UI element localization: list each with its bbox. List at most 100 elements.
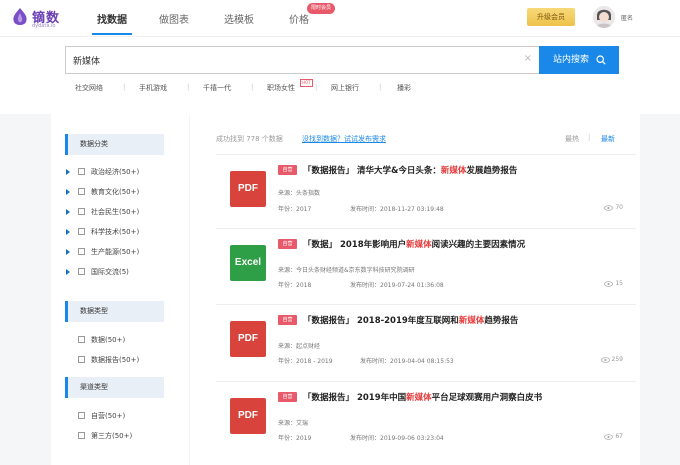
- result-title[interactable]: 「数据报告」 2018-2019年度互联网和新媒体趋势报告: [303, 314, 518, 326]
- filter-section-title: 数据分类: [65, 134, 164, 155]
- filter-item[interactable]: 数据报告(50+): [91, 355, 139, 365]
- logo-mark-icon: [13, 8, 27, 25]
- filter-checkbox[interactable]: [78, 228, 85, 235]
- result-source: 来源：起点财经: [278, 343, 321, 350]
- result-title[interactable]: 「数据报告」 清华大学&今日头条：新媒体发展趋势报告: [303, 164, 517, 176]
- hot-separator: |: [123, 83, 126, 91]
- view-count-value: 259: [611, 356, 623, 363]
- expand-arrow-icon[interactable]: [66, 249, 70, 255]
- view-count: 15: [604, 280, 623, 287]
- filter-checkbox[interactable]: [78, 168, 85, 175]
- logo[interactable]: 镝数 dydata.io: [12, 6, 82, 32]
- title-text: 「数据报告」 2018-2019年度互联网和: [303, 316, 459, 326]
- source-tag: 自营: [278, 392, 297, 402]
- result-item[interactable]: PDF 自营 「数据报告」 清华大学&今日头条：新媒体发展趋势报告 来源：头条指…: [216, 154, 636, 228]
- eye-icon: [600, 357, 610, 363]
- result-title[interactable]: 「数据」 2018年影响用户新媒体阅读兴趣的主要因素情况: [303, 238, 525, 250]
- title-highlight: 新媒体: [406, 240, 432, 250]
- filter-item[interactable]: 数据(50+): [91, 335, 125, 345]
- sort-newest[interactable]: 最新: [601, 134, 615, 144]
- filter-item[interactable]: 科学技术(50+): [91, 227, 139, 237]
- eye-icon: [604, 205, 614, 211]
- nav-find-data[interactable]: 找数据: [97, 11, 127, 26]
- title-text: 趋势报告: [484, 316, 519, 326]
- hot-word-4[interactable]: 职场女性: [267, 83, 295, 93]
- result-year: 年份：2019: [278, 435, 312, 442]
- search-input[interactable]: 新媒体 ×: [65, 46, 540, 74]
- nav-pricing[interactable]: 价格: [289, 11, 309, 26]
- expand-arrow-icon[interactable]: [66, 189, 70, 195]
- title-text: 平台足球观赛用户洞察白皮书: [431, 393, 543, 403]
- nav-promo-badge: 限时会员: [307, 3, 336, 14]
- avatar[interactable]: [593, 6, 615, 28]
- pdf-icon: PDF: [230, 398, 266, 434]
- expand-arrow-icon[interactable]: [66, 229, 70, 235]
- result-item[interactable]: PDF 自营 「数据报告」 2018-2019年度互联网和新媒体趋势报告 来源：…: [216, 304, 636, 378]
- title-highlight: 新媒体: [440, 166, 467, 176]
- result-year: 年份：2018 - 2019: [278, 358, 333, 365]
- result-title[interactable]: 「数据报告」 2019年中国新媒体平台足球观赛用户洞察白皮书: [303, 391, 542, 403]
- nav-active-underline: [92, 33, 132, 35]
- filter-item[interactable]: 教育文化(50+): [91, 187, 139, 197]
- search-button[interactable]: 站内搜索: [539, 46, 619, 74]
- expand-arrow-icon[interactable]: [66, 209, 70, 215]
- search-button-label: 站内搜索: [553, 55, 590, 65]
- result-item[interactable]: Excel 自营 「数据」 2018年影响用户新媒体阅读兴趣的主要因素情况 来源…: [216, 228, 636, 302]
- hot-word-1[interactable]: 社交网络: [75, 83, 103, 93]
- nav-templates[interactable]: 选模板: [224, 11, 254, 26]
- filter-checkbox[interactable]: [78, 188, 85, 195]
- view-count-value: 67: [615, 433, 623, 440]
- top-header: 镝数 dydata.io 找数据 做图表 选模板 价格 限时会员 升级会员 匿名: [0, 0, 680, 36]
- result-year: 年份：2018: [278, 282, 312, 289]
- source-tag: 自营: [278, 165, 297, 175]
- filter-checkbox[interactable]: [78, 336, 85, 343]
- filter-checkbox[interactable]: [78, 268, 85, 275]
- filter-checkbox[interactable]: [78, 208, 85, 215]
- result-date: 发布时间：2018-11-27 03:19:48: [350, 206, 444, 213]
- source-tag: 自营: [278, 315, 297, 325]
- excel-icon: Excel: [230, 245, 266, 281]
- filter-item[interactable]: 生产能源(50+): [91, 247, 139, 257]
- post-request-link[interactable]: 没找到数据？试试发布需求: [302, 134, 386, 144]
- title-text: 「数据报告」 清华大学&今日头条：: [303, 166, 441, 176]
- title-text: 「数据」 2018年影响用户: [303, 240, 407, 250]
- pdf-icon: PDF: [230, 171, 266, 207]
- title-text: 阅读兴趣的主要因素情况: [431, 240, 526, 250]
- hot-word-2[interactable]: 手机游戏: [139, 83, 167, 93]
- filter-item[interactable]: 自营(50+): [91, 411, 125, 421]
- hot-word-3[interactable]: 千禧一代: [203, 83, 231, 93]
- filter-item[interactable]: 社会民生(50+): [91, 207, 139, 217]
- sort-hottest[interactable]: 最热: [565, 134, 579, 144]
- upgrade-button[interactable]: 升级会员: [527, 8, 575, 26]
- expand-arrow-icon[interactable]: [66, 169, 70, 175]
- hot-separator: |: [251, 83, 254, 91]
- result-date: 发布时间：2019-07-24 01:36:08: [350, 282, 444, 289]
- filter-checkbox[interactable]: [78, 432, 85, 439]
- nav-make-chart[interactable]: 做图表: [159, 11, 189, 26]
- logo-domain: dydata.io: [32, 23, 56, 29]
- eye-icon: [604, 434, 614, 440]
- title-text: 发展趋势报告: [466, 166, 518, 176]
- expand-arrow-icon[interactable]: [66, 269, 70, 275]
- filter-checkbox[interactable]: [78, 248, 85, 255]
- result-date: 发布时间：2019-09-06 03:23:04: [350, 435, 444, 442]
- search-icon: [596, 55, 606, 65]
- view-count: 67: [604, 433, 623, 440]
- filter-checkbox[interactable]: [78, 412, 85, 419]
- result-item[interactable]: PDF 自营 「数据报告」 2019年中国新媒体平台足球观赛用户洞察白皮书 来源…: [216, 381, 636, 455]
- hot-word-5[interactable]: 网上银行: [331, 83, 359, 93]
- filter-checkbox[interactable]: [78, 356, 85, 363]
- hot-badge: HOT: [300, 79, 313, 87]
- clear-icon[interactable]: ×: [524, 53, 532, 64]
- avatar-image: [593, 6, 615, 28]
- title-text: 「数据报告」 2019年中国: [303, 393, 407, 403]
- hot-word-6[interactable]: 播彩: [397, 83, 411, 93]
- result-date: 发布时间：2019-04-04 08:15:53: [360, 358, 454, 365]
- filter-item[interactable]: 第三方(50+): [91, 431, 132, 441]
- username[interactable]: 匿名: [621, 13, 633, 22]
- filter-item[interactable]: 政治经济(50+): [91, 167, 139, 177]
- sort-separator: |: [588, 133, 591, 141]
- view-count: 259: [600, 356, 623, 363]
- filter-item[interactable]: 国际交流(5): [91, 267, 129, 277]
- results-panel: 成功找到 778 个数据 没找到数据？试试发布需求 最热 | 最新 PDF 自营…: [190, 114, 640, 465]
